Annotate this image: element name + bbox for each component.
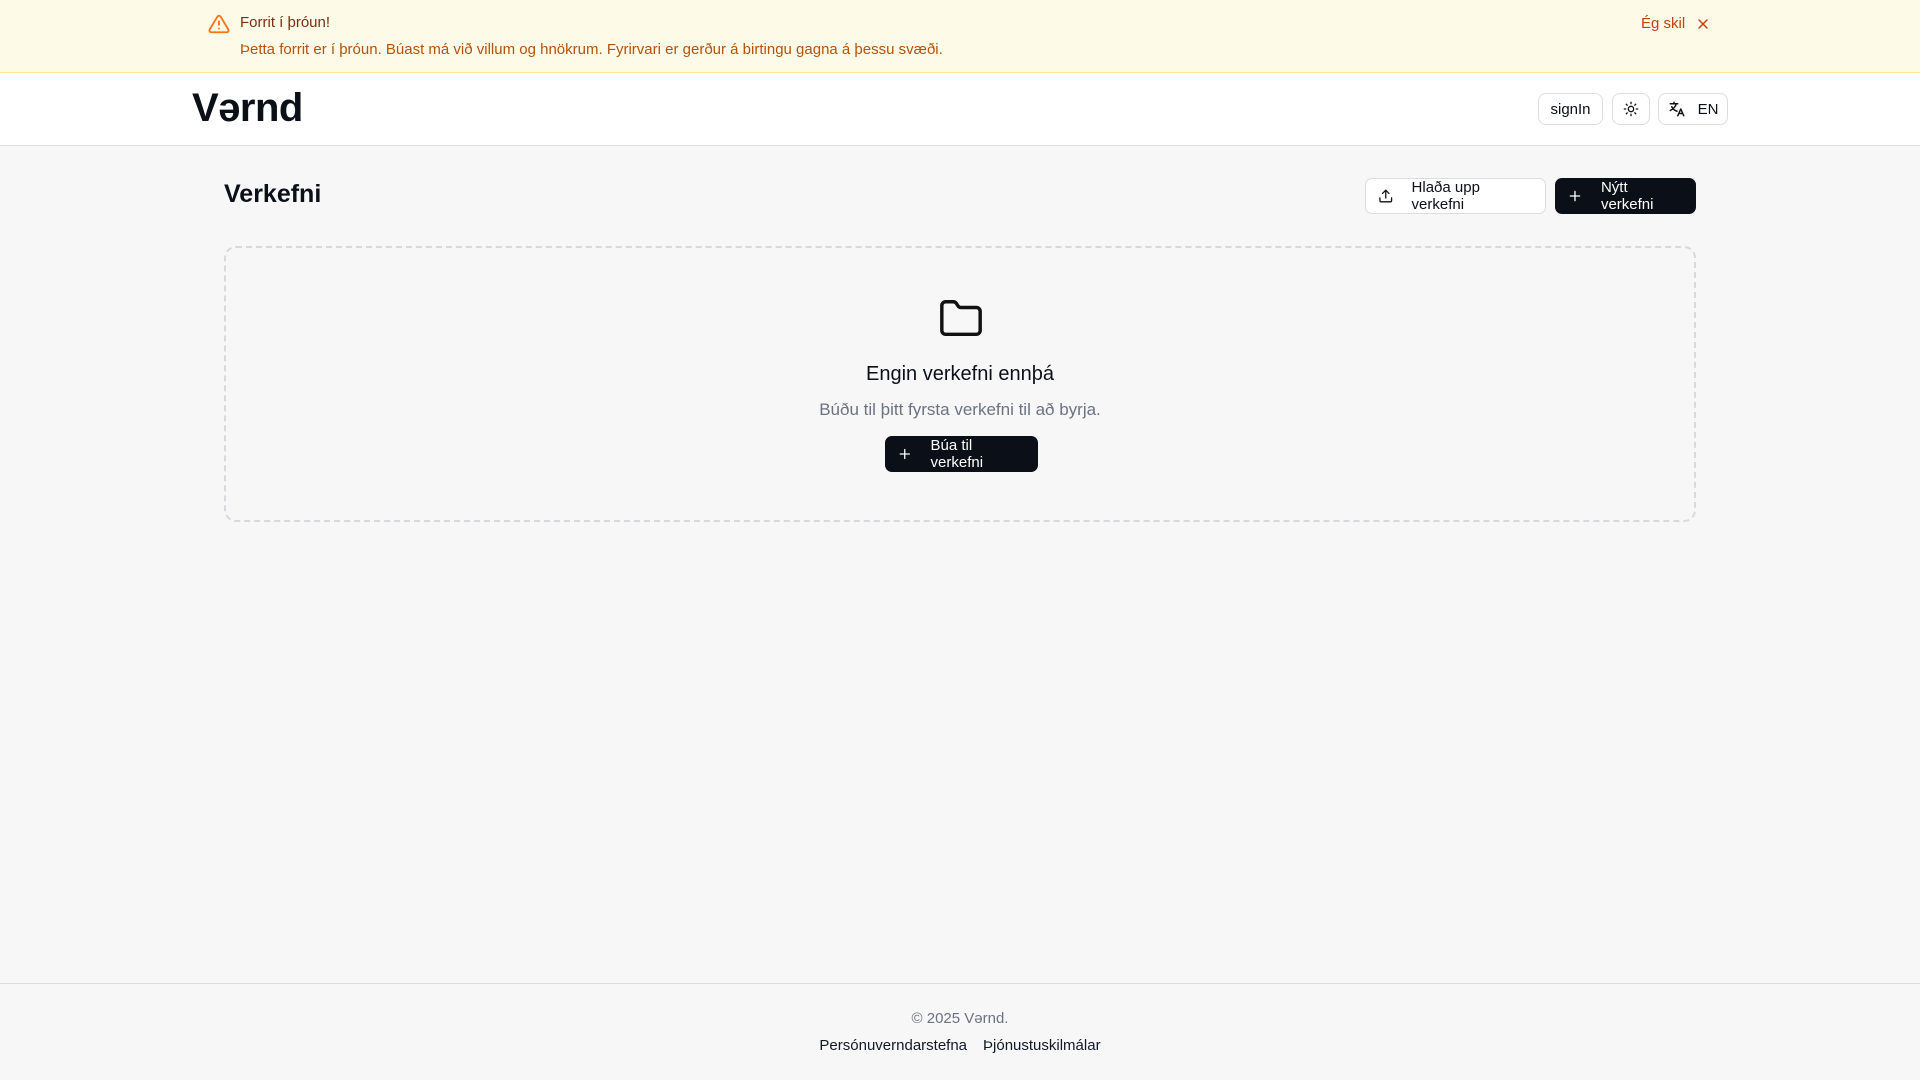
dev-warning-banner: Forrit í þróun! Þetta forrit er í þróun.… xyxy=(0,0,1920,73)
create-project-button[interactable]: Búa til verkefni xyxy=(885,436,1038,472)
new-project-button[interactable]: Nýtt verkefni xyxy=(1555,178,1696,214)
copyright: © 2025 Vərnd. xyxy=(911,1010,1009,1027)
empty-heading: Engin verkefni ennþá xyxy=(866,363,1054,385)
acknowledge-button[interactable]: Ég skil xyxy=(1641,15,1685,32)
upload-label: Hlaða upp verkefni xyxy=(1411,179,1480,213)
sun-icon xyxy=(1623,101,1639,117)
footer: © 2025 Vərnd. Persónuverndarstefna Þjónu… xyxy=(0,983,1920,1080)
page-title: Verkefni xyxy=(224,180,322,208)
terms-of-service-link[interactable]: Þjónustuskilmálar xyxy=(983,1037,1101,1054)
banner-description: Þetta forrit er í þróun. Búast má við vi… xyxy=(240,41,943,58)
create-project-label: Búa til verkefni xyxy=(930,437,984,471)
warning-icon xyxy=(208,14,230,34)
sign-in-label: signIn xyxy=(1550,100,1591,118)
logo[interactable]: Vərnd xyxy=(192,86,303,131)
plus-icon xyxy=(899,448,910,460)
privacy-policy-link[interactable]: Persónuverndarstefna xyxy=(819,1037,967,1054)
upload-project-button[interactable]: Hlaða upp verkefni xyxy=(1365,178,1546,214)
top-header: Vərnd signIn EN xyxy=(0,73,1920,146)
empty-subtext: Búðu til þitt fyrsta verkefni til að byr… xyxy=(819,400,1101,419)
translate-icon xyxy=(1669,101,1685,117)
banner-title: Forrit í þróun! xyxy=(240,14,331,31)
plus-icon xyxy=(1569,190,1581,202)
folder-icon xyxy=(940,300,982,337)
close-icon[interactable] xyxy=(1695,16,1711,32)
theme-toggle-button[interactable] xyxy=(1612,93,1650,125)
sign-in-button[interactable]: signIn xyxy=(1538,93,1603,125)
upload-icon xyxy=(1379,189,1393,203)
language-label: EN xyxy=(1697,100,1719,118)
language-button[interactable]: EN xyxy=(1658,93,1728,125)
new-project-label: Nýtt verkefni xyxy=(1600,179,1654,213)
empty-state: Engin verkefni ennþá Búðu til þitt fyrst… xyxy=(224,246,1696,522)
